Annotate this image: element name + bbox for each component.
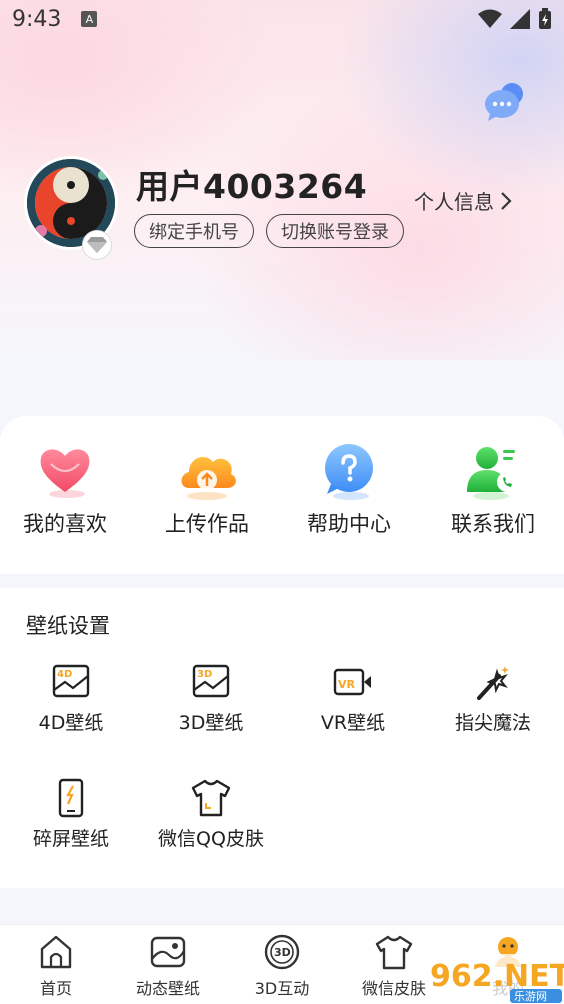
wallpaper-settings-card: 壁纸设置 4D 4D壁纸 3D 3D壁纸 VR VR壁纸 指尖魔法 碎屏壁纸 微… (0, 588, 564, 888)
personal-info-link[interactable]: 个人信息 (414, 186, 512, 215)
vr-camera-icon: VR (333, 668, 371, 696)
wp-item-4d[interactable]: 4D 4D壁纸 (6, 662, 136, 735)
watermark-text: 962.NET (430, 959, 564, 994)
broken-phone-icon (58, 778, 84, 818)
wifi-icon (478, 9, 502, 28)
quick-item-favorites[interactable]: 我的喜欢 (0, 438, 130, 538)
wp-item-label: 4D壁纸 (38, 712, 104, 734)
magic-wand-icon (477, 666, 509, 700)
home-icon (40, 935, 72, 969)
4d-wallpaper-icon: 4D (52, 664, 90, 698)
cloud-upload-icon (181, 457, 236, 500)
wp-item-broken-screen[interactable]: 碎屏壁纸 (6, 778, 136, 851)
tshirt-icon (191, 779, 231, 817)
status-bar: 9:43 A (0, 0, 564, 38)
nav-item-dynamic[interactable]: 动态壁纸 (112, 933, 224, 999)
chevron-right-icon (501, 191, 512, 210)
profile-section: 用户4003264 绑定手机号 切换账号登录 个人信息 (24, 156, 544, 266)
wp-item-label: 碎屏壁纸 (32, 828, 109, 850)
nav-label: 动态壁纸 (135, 979, 200, 998)
wp-item-vr[interactable]: VR VR壁纸 (288, 662, 418, 735)
quick-item-upload[interactable]: 上传作品 (142, 438, 272, 538)
wp-item-3d[interactable]: 3D 3D壁纸 (146, 662, 276, 735)
bind-phone-button[interactable]: 绑定手机号 (134, 214, 254, 248)
tshirt-icon (375, 935, 413, 970)
switch-account-button[interactable]: 切换账号登录 (266, 214, 404, 248)
vip-badge (82, 230, 112, 260)
3d-interact-icon: 3D (264, 934, 300, 970)
quick-item-label: 联系我们 (451, 512, 535, 536)
chat-bubble-icon (485, 83, 523, 121)
nav-label: 首页 (39, 979, 72, 998)
personal-info-label: 个人信息 (414, 190, 494, 214)
quick-item-label: 我的喜欢 (23, 512, 107, 536)
help-bubble-icon (325, 444, 373, 500)
heart-icon (40, 449, 90, 498)
watermark-logo: 962.NET 乐游网 (426, 952, 564, 1004)
nav-label: 3D互动 (254, 979, 310, 998)
message-button[interactable] (482, 82, 526, 122)
wp-item-magic[interactable]: 指尖魔法 (428, 662, 558, 735)
notification-icon: A (81, 11, 98, 27)
nav-item-home[interactable]: 首页 (0, 933, 112, 999)
wp-item-label: 微信QQ皮肤 (158, 828, 264, 850)
quick-item-label: 帮助中心 (307, 512, 391, 536)
signal-icon (510, 9, 530, 29)
wp-item-wechat-skin[interactable]: 微信QQ皮肤 (146, 778, 276, 851)
username: 用户4003264 (136, 167, 368, 206)
quick-item-contact[interactable]: 联系我们 (428, 438, 558, 538)
svg-text:3D: 3D (274, 946, 291, 959)
wp-item-label: 指尖魔法 (454, 712, 531, 734)
quick-actions-card: 我的喜欢 上传作品 帮助中心 联系我们 (0, 416, 564, 574)
diamond-icon (87, 237, 107, 253)
quick-item-help[interactable]: 帮助中心 (284, 438, 414, 538)
status-icons (478, 8, 552, 30)
status-time: 9:43 (12, 6, 62, 32)
wp-item-label: VR壁纸 (320, 712, 386, 734)
quick-item-label: 上传作品 (165, 512, 249, 536)
contact-phone-icon (467, 447, 517, 500)
watermark-subtext: 乐游网 (514, 990, 547, 1003)
section-title: 壁纸设置 (26, 614, 110, 638)
battery-icon (539, 8, 551, 29)
wp-item-label: 3D壁纸 (178, 712, 244, 734)
svg-text:VR: VR (338, 678, 356, 691)
svg-text:3D: 3D (197, 669, 212, 680)
3d-wallpaper-icon: 3D (192, 664, 230, 698)
svg-text:4D: 4D (57, 669, 72, 680)
dynamic-wallpaper-icon (150, 936, 186, 968)
nav-item-3d[interactable]: 3D 3D互动 (226, 933, 338, 999)
